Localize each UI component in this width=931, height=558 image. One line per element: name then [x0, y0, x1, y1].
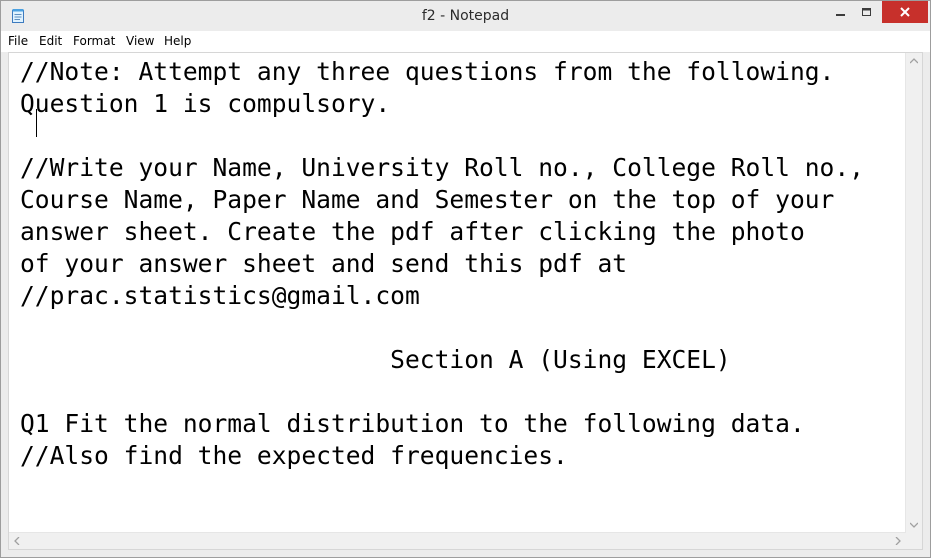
arrow-down-icon[interactable] — [906, 517, 922, 533]
menu-format[interactable]: Format — [73, 34, 115, 48]
arrow-left-icon[interactable] — [9, 533, 25, 549]
text-line: ​ — [20, 120, 900, 152]
title-bar[interactable]: f2 - Notepad — [1, 1, 930, 31]
horizontal-scrollbar[interactable] — [9, 532, 906, 549]
text-line: //Also find the expected frequencies. — [20, 441, 568, 470]
arrow-right-icon[interactable] — [890, 533, 906, 549]
text-line: Course Name, Paper Name and Semester on … — [20, 185, 835, 214]
close-icon — [899, 3, 911, 22]
menu-help[interactable]: Help — [164, 34, 191, 48]
menu-bar: File Edit Format View Help — [1, 31, 930, 52]
close-button[interactable] — [882, 1, 928, 23]
size-grip[interactable] — [906, 533, 922, 549]
minimize-button[interactable] — [827, 1, 854, 23]
editor-area[interactable]: //Note: Attempt any three questions from… — [8, 52, 923, 550]
text-line: //Note: Attempt any three questions from… — [20, 57, 835, 86]
menu-view[interactable]: View — [126, 34, 154, 48]
minimize-icon — [835, 3, 846, 22]
menu-file[interactable]: File — [8, 34, 28, 48]
text-line: Section A (Using EXCEL) — [20, 345, 731, 374]
menu-edit[interactable]: Edit — [39, 34, 62, 48]
text-line: ​ — [20, 312, 900, 344]
editor-text[interactable]: //Note: Attempt any three questions from… — [20, 56, 900, 531]
arrow-up-icon[interactable] — [906, 53, 922, 69]
text-line: of your answer sheet and send this pdf a… — [20, 249, 628, 278]
maximize-icon — [862, 3, 872, 22]
text-line: //prac.statistics@gmail.com — [20, 281, 420, 310]
window-title: f2 - Notepad — [421, 8, 510, 24]
text-line: Question 1 is compulsory. — [20, 89, 391, 118]
text-line: //Write your Name, University Roll no., … — [20, 153, 864, 182]
text-caret — [36, 109, 37, 137]
notepad-window: f2 - Notepad File Edit Format View Help … — [0, 0, 931, 558]
vertical-scrollbar[interactable] — [905, 53, 922, 533]
text-line: Q1 Fit the normal distribution to the fo… — [20, 409, 805, 438]
maximize-button[interactable] — [854, 1, 880, 23]
text-line: ​ — [20, 376, 900, 408]
text-line: answer sheet. Create the pdf after click… — [20, 217, 805, 246]
